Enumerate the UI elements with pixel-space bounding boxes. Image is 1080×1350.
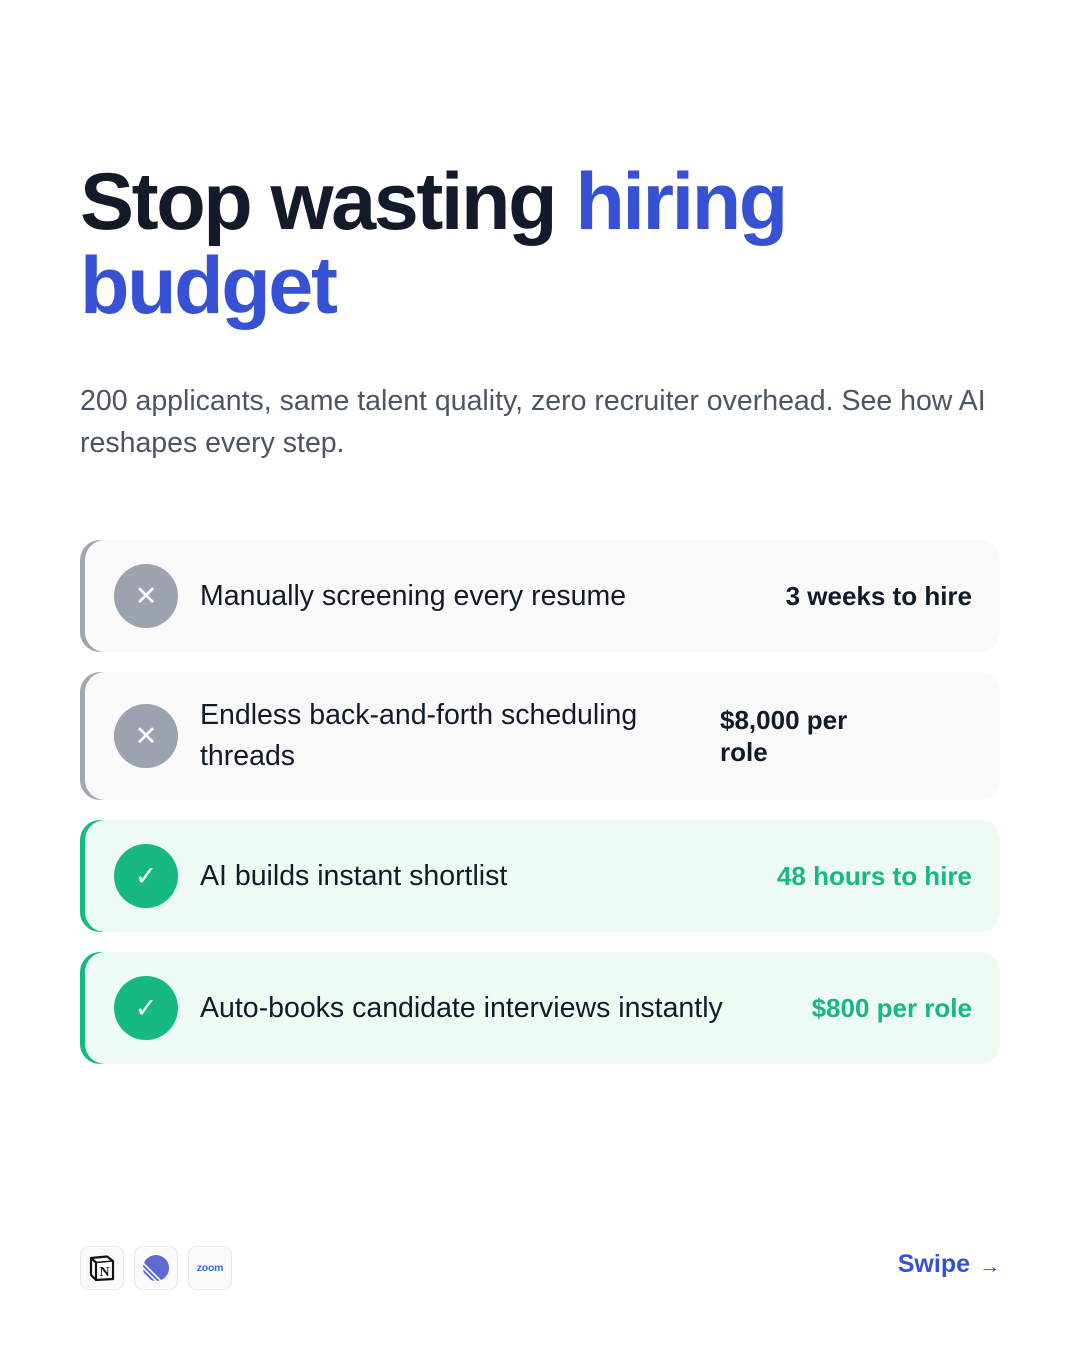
row-value: $8,000 per role [720,705,848,767]
comparison-row-before: ✕ Manually screening every resume 3 week… [80,540,1000,652]
close-icon: ✕ [114,704,178,768]
row-label: Manually screening every resume [200,579,627,612]
row-label: Auto-books candidate interviews instantl… [200,991,723,1024]
comparison-list: ✕ Manually screening every resume 3 week… [80,540,1000,1084]
row-value: $800 per role [811,993,972,1023]
arrow-right-icon: → [979,1254,1000,1278]
swipe-button[interactable]: Swipe → [898,1250,1000,1279]
zoom-wordmark: zoom [196,1262,224,1274]
comparison-row-before: ✕ Endless back-and-forth scheduling thre… [80,672,1000,800]
page-title: Stop wasting hiring budget [80,160,1000,328]
notion-icon: N [89,1255,115,1282]
headline-dark: Stop wasting [80,157,576,247]
integration-logos: N zoom [80,1246,232,1290]
headline-accent-2: budget [80,241,338,331]
subtitle: 200 applicants, same talent quality, zer… [80,385,986,459]
close-icon: ✕ [114,564,178,628]
notion-logo: N [80,1246,124,1290]
svg-text:N: N [99,1265,109,1280]
comparison-row-after: ✓ Auto-books candidate interviews instan… [80,952,1000,1064]
row-label: AI builds instant shortlist [200,859,508,892]
carousel-slide: Stop wasting hiring budget 200 applicants… [80,0,1000,1350]
check-icon: ✓ [114,976,178,1040]
headline-accent: hiring [575,157,788,247]
zoom-logo: zoom [188,1246,232,1290]
check-icon: ✓ [114,844,178,908]
row-value: 48 hours to hire [776,861,972,891]
row-value: 3 weeks to hire [785,581,972,611]
comparison-row-after: ✓ AI builds instant shortlist 48 hours t… [80,820,1000,932]
linear-logo [134,1246,178,1290]
swipe-label: Swipe [897,1250,970,1278]
linear-icon [143,1255,169,1281]
row-label: Endless back-and-forth scheduling thread… [200,699,638,772]
